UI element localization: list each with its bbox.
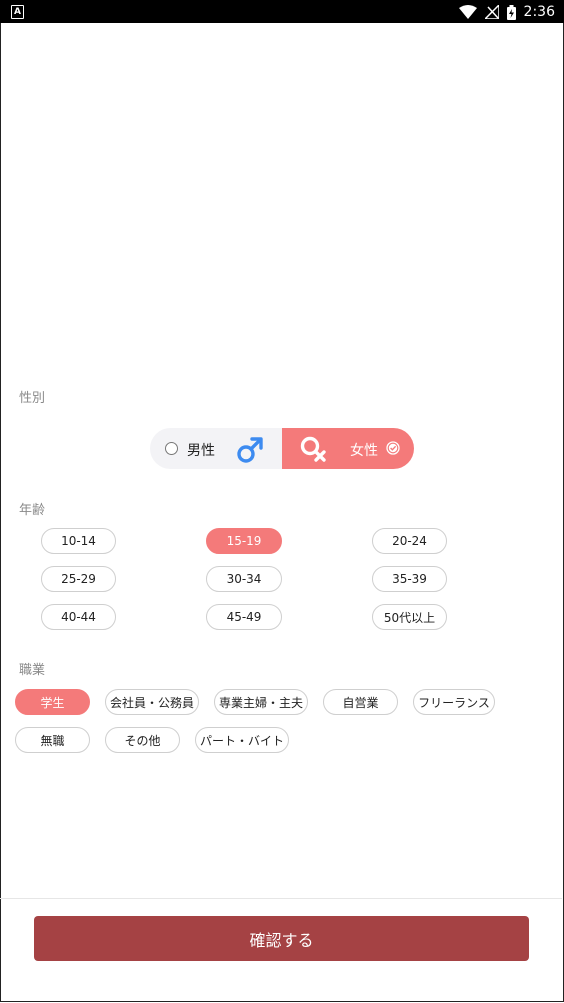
bottom-divider bbox=[0, 898, 562, 899]
wifi-icon bbox=[458, 5, 477, 19]
occupation-chip-part-time[interactable]: パート・バイト bbox=[195, 727, 289, 753]
male-symbol-icon bbox=[237, 437, 263, 463]
age-chip-35-39[interactable]: 35-39 bbox=[372, 566, 447, 592]
radio-unchecked-icon bbox=[165, 442, 178, 455]
age-chip-10-14[interactable]: 10-14 bbox=[41, 528, 116, 554]
gender-option-female[interactable]: 女性 bbox=[282, 428, 414, 469]
age-chip-40-44[interactable]: 40-44 bbox=[41, 604, 116, 630]
gender-female-label: 女性 bbox=[350, 443, 378, 459]
occupation-chip-other[interactable]: その他 bbox=[105, 727, 180, 753]
confirm-button[interactable]: 確認する bbox=[34, 916, 529, 961]
app-frame bbox=[0, 23, 564, 1002]
app-notification-icon: A bbox=[11, 5, 24, 19]
occupation-chip-student[interactable]: 学生 bbox=[15, 689, 90, 715]
occupation-chip-employee[interactable]: 会社員・公務員 bbox=[105, 689, 199, 715]
battery-icon bbox=[506, 4, 516, 20]
status-time: 2:36 bbox=[523, 4, 555, 20]
age-chip-20-24[interactable]: 20-24 bbox=[372, 528, 447, 554]
status-bar: A 2:36 bbox=[0, 0, 564, 23]
female-symbol-icon bbox=[300, 436, 326, 462]
occupation-chip-unemployed[interactable]: 無職 bbox=[15, 727, 90, 753]
age-chip-15-19[interactable]: 15-19 bbox=[206, 528, 282, 554]
age-chip-30-34[interactable]: 30-34 bbox=[206, 566, 282, 592]
gender-section-label: 性別 bbox=[19, 391, 46, 406]
occupation-section-label: 職業 bbox=[19, 663, 46, 678]
check-circle-icon bbox=[386, 441, 400, 455]
age-section-label: 年齢 bbox=[19, 503, 46, 518]
gender-male-label: 男性 bbox=[187, 443, 215, 459]
status-icons: 2:36 bbox=[458, 2, 555, 22]
occupation-chip-homemaker[interactable]: 専業主婦・主夫 bbox=[214, 689, 308, 715]
age-chip-25-29[interactable]: 25-29 bbox=[41, 566, 116, 592]
age-chip-50-plus[interactable]: 50代以上 bbox=[372, 604, 447, 630]
occupation-chip-self-employed[interactable]: 自営業 bbox=[323, 689, 398, 715]
age-chip-45-49[interactable]: 45-49 bbox=[206, 604, 282, 630]
gender-toggle: 男性 女性 bbox=[150, 428, 414, 469]
occupation-chip-freelance[interactable]: フリーランス bbox=[413, 689, 495, 715]
signal-icon bbox=[484, 5, 499, 19]
gender-option-male[interactable]: 男性 bbox=[150, 428, 282, 469]
